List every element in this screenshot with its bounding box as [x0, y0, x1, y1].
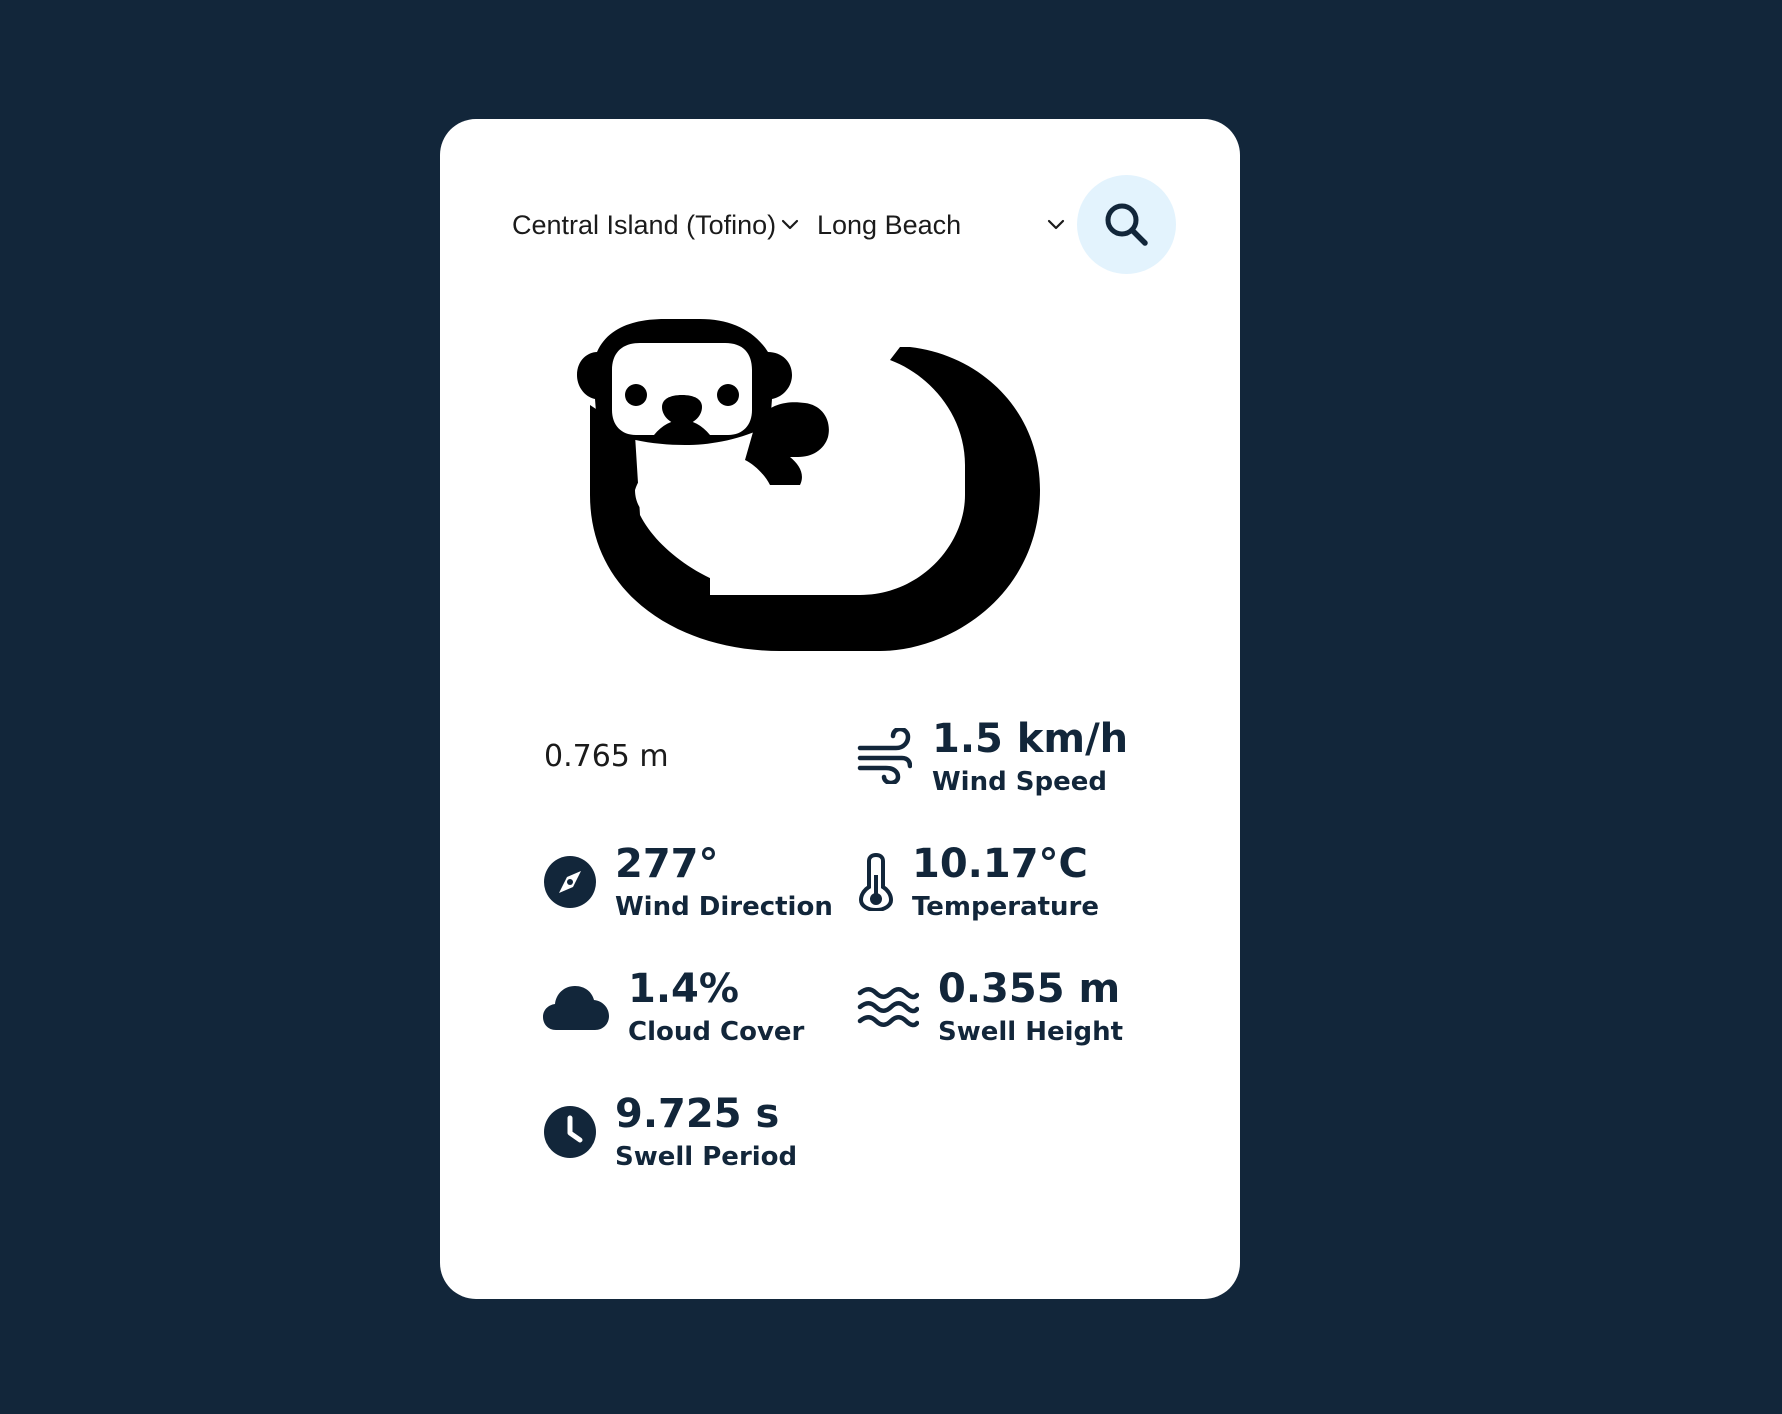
- chevron-down-icon[interactable]: [1047, 218, 1065, 232]
- wind-direction-value: 277°: [615, 841, 719, 887]
- thermometer-icon: [858, 853, 894, 911]
- clock-icon: [544, 1106, 596, 1158]
- swell-period-label: Swell Period: [615, 1142, 798, 1172]
- compass-icon: [544, 856, 596, 908]
- chevron-down-icon[interactable]: [781, 218, 799, 232]
- cloud-icon: [543, 986, 609, 1030]
- swell-height-value: 0.355 m: [938, 966, 1121, 1012]
- beach-select-value: Long Beach: [817, 209, 962, 240]
- region-select-value: Central Island (Tofino): [512, 209, 777, 240]
- wind-icon: [857, 728, 912, 784]
- temperature-label: Temperature: [912, 892, 1100, 922]
- region-select[interactable]: Central Island (Tofino): [512, 203, 776, 247]
- wind-direction-label: Wind Direction: [615, 892, 833, 922]
- search-icon: [1105, 203, 1148, 246]
- beach-select[interactable]: Long Beach: [817, 203, 961, 247]
- wind-speed-value: 1.5 km/h: [932, 716, 1129, 762]
- swell-period-value: 9.725 s: [615, 1091, 780, 1137]
- swell-height-label: Swell Height: [938, 1017, 1124, 1047]
- search-button[interactable]: [1077, 175, 1176, 274]
- cloud-cover-label: Cloud Cover: [628, 1017, 805, 1047]
- wave-height-value: 0.765 m: [544, 739, 669, 774]
- temperature-value: 10.17°C: [912, 841, 1088, 887]
- otter-icon: [577, 319, 1040, 651]
- cloud-cover-value: 1.4%: [628, 966, 739, 1012]
- waves-icon: [857, 987, 919, 1028]
- wind-speed-label: Wind Speed: [932, 767, 1107, 797]
